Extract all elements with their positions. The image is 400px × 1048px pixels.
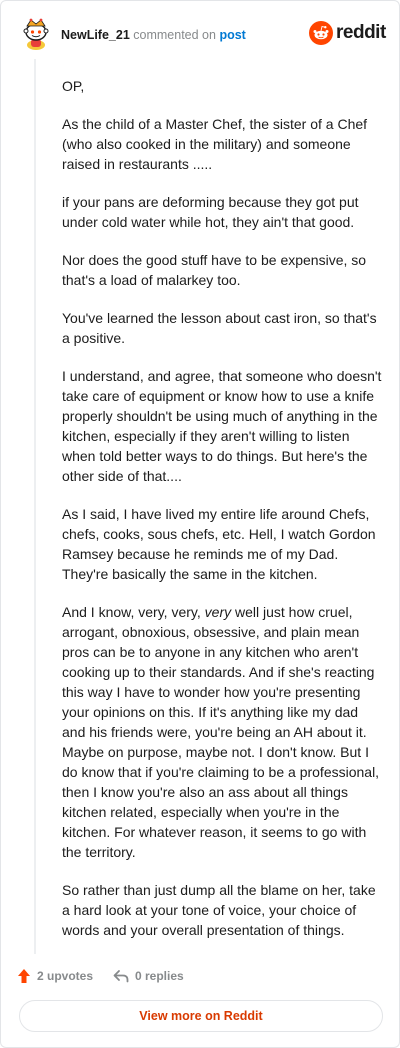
comment-body: OP, As the child of a Master Chef, the s… [62,76,382,958]
comment-paragraph: And I know, very, very, very well just h… [62,602,382,862]
comment-footer: 2 upvotes 0 replies [17,965,383,987]
comment-paragraph: You've learned the lesson about cast iro… [62,310,377,346]
view-more-button[interactable]: View more on Reddit [19,1000,383,1032]
reply-count: 0 replies [135,969,184,983]
comment-emphasis: very [204,604,232,620]
comment-paragraph: if your pans are deforming because they … [62,194,359,230]
username-link[interactable]: NewLife_21 [61,28,130,42]
comment-paragraph: Nor does the good stuff have to be expen… [62,252,367,288]
reddit-wordmark: reddit [336,22,386,43]
reply-button[interactable]: 0 replies [113,965,184,987]
comment-text: well just how cruel, arrogant, obnoxious… [62,604,380,860]
comment-header: NewLife_21 commented on post reddit [17,15,386,55]
reddit-brand[interactable]: reddit [309,21,386,47]
comment-paragraph: So rather than just dump all the blame o… [62,882,376,938]
comment-paragraph: As I said, I have lived my entire life a… [62,506,376,582]
upvote-arrow-icon [18,969,30,983]
upvote-count: 2 upvotes [37,969,94,983]
reddit-logo-icon [309,21,333,45]
commented-on-text: commented on [133,28,216,42]
thread-line[interactable] [34,59,36,954]
snoo-avatar-icon[interactable] [19,17,53,51]
reply-arrow-icon [113,970,129,983]
comment-byline: NewLife_21 commented on post [61,27,246,43]
comment-paragraph: OP, [62,78,85,94]
upvote-button[interactable]: 2 upvotes [17,965,93,987]
comment-text: And I know, very, very, [62,604,205,620]
post-link[interactable]: post [219,28,245,42]
comment-paragraph: As the child of a Master Chef, the siste… [62,116,368,172]
reddit-comment-card: NewLife_21 commented on post reddit OP, … [0,0,400,1048]
comment-paragraph: I understand, and agree, that someone wh… [62,368,382,484]
